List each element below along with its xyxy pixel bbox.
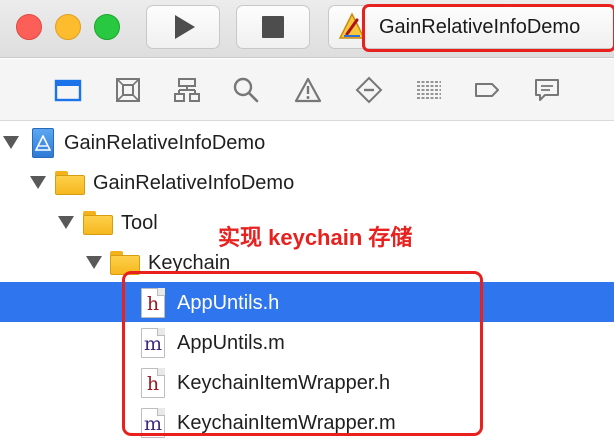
minimize-window-button[interactable] [55,14,81,40]
close-window-button[interactable] [16,14,42,40]
stop-icon [262,16,284,38]
tool-folder-name: Tool [121,212,158,234]
play-icon [175,15,195,39]
tree-row-project[interactable]: GainRelativeInfoDemo [0,122,614,162]
symbol-navigator-icon[interactable] [172,75,202,105]
tree-row-group[interactable]: GainRelativeInfoDemo [0,162,614,202]
zoom-window-button[interactable] [94,14,120,40]
source-control-icon[interactable] [113,75,143,105]
disclosure-triangle-icon[interactable] [58,216,74,229]
folder-icon [55,171,85,195]
disclosure-triangle-icon[interactable] [3,136,19,149]
annotation-label: 实现 keychain 存储 [218,225,413,250]
disclosure-triangle-icon[interactable] [86,256,102,269]
debug-icon[interactable] [414,75,444,105]
files-highlight-box [122,271,483,436]
issue-icon[interactable] [293,75,323,105]
breakpoint-icon[interactable] [472,75,502,105]
window-toolbar: GainRelativeInfoDemo [0,0,614,58]
test-icon[interactable] [354,75,384,105]
project-navigator-icon[interactable] [53,75,83,105]
navigator-selector-bar [0,59,614,121]
run-button[interactable] [146,5,220,49]
project-file-icon [32,128,54,158]
folder-icon [83,211,113,235]
group-name: GainRelativeInfoDemo [93,172,295,194]
report-icon[interactable] [532,75,562,105]
disclosure-triangle-icon[interactable] [30,176,46,189]
project-name: GainRelativeInfoDemo [64,132,266,154]
stop-button[interactable] [236,5,310,49]
scheme-highlight-box [362,4,614,52]
find-icon[interactable] [231,75,261,105]
